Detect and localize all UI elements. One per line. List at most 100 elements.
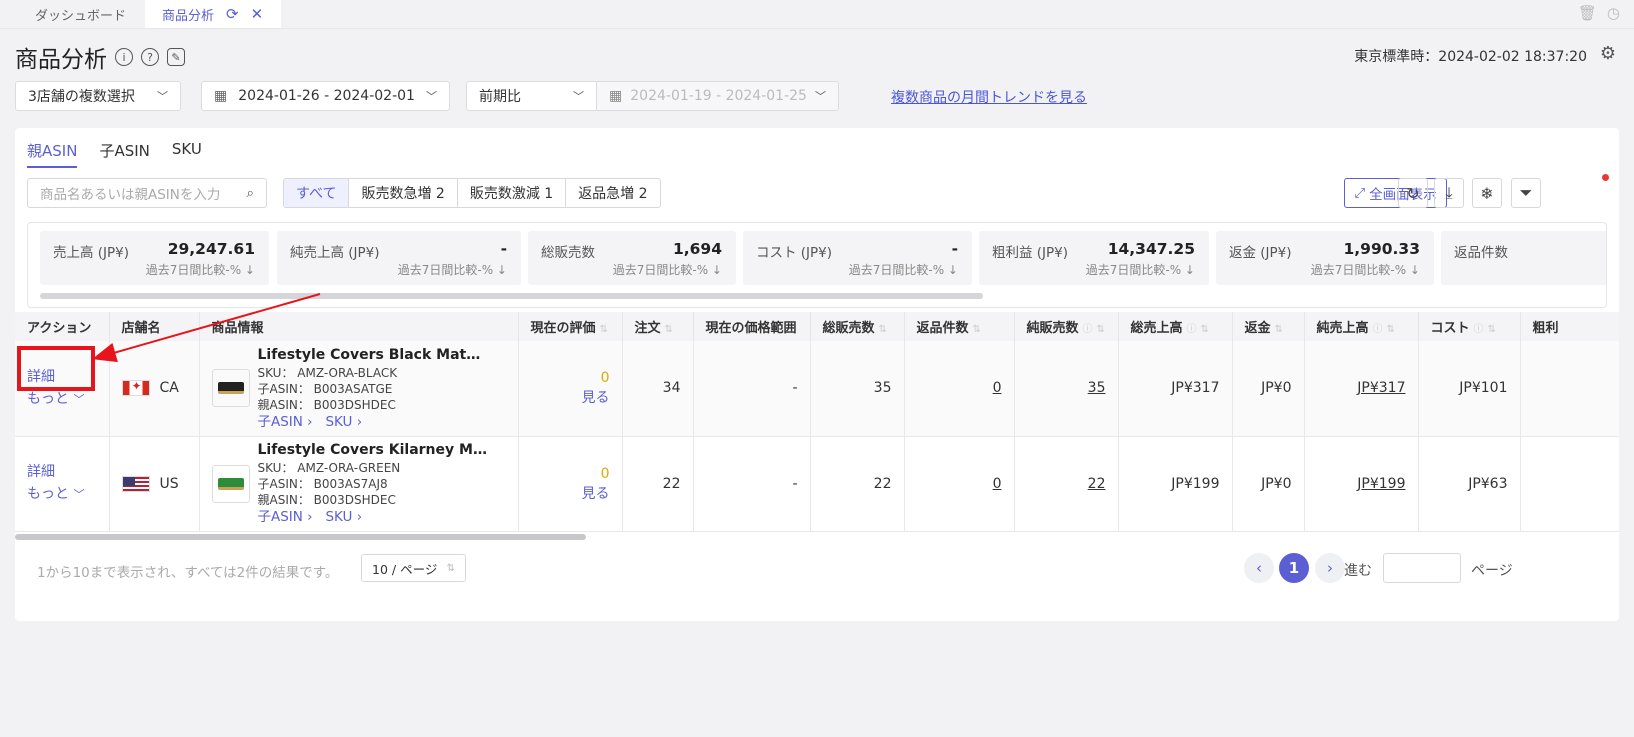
col-gross-sales[interactable]: 総売上高 ⓘ ⇅ [1118,312,1233,341]
result-summary: 1から10まで表示され、すべては2件の結果です。 [37,565,339,581]
net-units-cell: 35 [1014,341,1119,437]
segment-all[interactable]: すべて [284,179,349,207]
settings-button[interactable]: ❄ [1472,178,1502,208]
product-title[interactable]: Lifestyle Covers Kilarney Matching Slipc… [258,442,488,458]
col-gross-profit: 粗利 [1520,312,1619,341]
net-sales-cell: JP¥317 [1304,341,1419,437]
info-icon[interactable]: i [115,48,133,66]
segment-returns-surge[interactable]: 返品急増 2 [565,179,659,207]
page-size-select[interactable]: 10 / ページ ⇅ [361,554,466,582]
gross-profit-cell [1520,341,1619,437]
product-cell: Lifestyle Covers Black Matching Slipcove… [199,341,519,437]
expand-icon: ⤢ [1354,185,1366,201]
tab-child-asin[interactable]: 子ASIN [99,140,149,168]
info-icon: ⓘ [1082,324,1093,335]
monthly-trend-link[interactable]: 複数商品の月間トレンドを見る [891,87,1087,107]
download-button[interactable]: ⤓ [1434,178,1464,208]
col-returns[interactable]: 返品件数 ⇅ [904,312,1015,341]
sku-link[interactable]: SKU › [325,509,362,525]
compare-mode-select[interactable]: 前期比 ﹀ [466,81,597,111]
gear-icon[interactable]: ⚙ [1600,43,1616,64]
tab-product-analysis[interactable]: 商品分析 ⟳ ✕ [145,0,282,28]
page-1-button[interactable]: 1 [1279,553,1309,583]
close-icon[interactable]: ✕ [251,5,264,23]
cost-cell: JP¥101 [1418,341,1521,437]
more-dropdown[interactable]: もっと ﹀ [27,483,97,506]
refresh-button[interactable]: ↻ [1398,178,1428,208]
tab-bar: ダッシュボード 商品分析 ⟳ ✕ [0,0,1634,29]
net-sales-link[interactable]: JP¥199 [1357,476,1405,492]
returns-link[interactable]: 0 [993,476,1002,492]
tab-dashboard[interactable]: ダッシュボード [0,0,145,28]
product-thumbnail[interactable] [211,464,250,503]
metrics-strip: 売上高 (JP¥) 29,247.61 過去7日間比較-% ↓ 純売上高 (JP¥)… [27,222,1607,308]
sort-icon: ⇅ [1200,324,1209,335]
sort-icon: ⇅ [1274,324,1283,335]
metric-gross-profit: 粗利益 (JP¥) 14,347.25 過去7日間比較-% ↓ [979,231,1209,285]
snowflake-icon: ❄ [1480,183,1494,203]
refresh-icon[interactable]: ⟳ [226,5,239,23]
sort-icon: ⇅ [446,562,455,574]
compare-range-picker[interactable]: ▦ 2024-01-19 - 2024-01-25 ﹀ [596,81,839,111]
chevron-down-icon: ﹀ [73,488,85,501]
sku-link[interactable]: SKU › [325,414,362,430]
filter-button[interactable]: ⏷ [1511,178,1541,208]
sort-icon: ⇅ [1386,324,1395,335]
fullscreen-button[interactable]: ⤢ 全画面表示 [1344,178,1447,208]
help-icon[interactable]: ? [141,48,159,66]
chevron-down-icon: ﹀ [573,90,584,103]
col-product: 商品情報 [199,312,519,341]
sort-icon: ⇅ [599,324,608,335]
filter-row: 3店舗の複数選択 ﹀ ▦ 2024-01-26 - 2024-02-01 ﹀ 前期比 ﹀… [0,81,1634,113]
date-range-picker[interactable]: ▦ 2024-01-26 - 2024-02-01 ﹀ [201,81,450,111]
col-total-units[interactable]: 総販売数 ⇅ [810,312,905,341]
canada-flag-icon [121,380,150,397]
table-scrollbar[interactable] [15,534,586,540]
tab-parent-asin[interactable]: 親ASIN [27,140,78,168]
more-dropdown[interactable]: もっと ﹀ [27,388,97,411]
returns-link[interactable]: 0 [993,380,1002,396]
product-title[interactable]: Lifestyle Covers Black Matching Slipcove… [258,347,488,363]
col-rating[interactable]: 現在の評価 ⇅ [518,312,623,341]
net-sales-link[interactable]: JP¥317 [1357,380,1405,396]
gross-sales-cell: JP¥199 [1118,436,1233,532]
edit-icon[interactable]: ✎ [167,48,185,66]
history-icon[interactable]: ◷ [1607,4,1620,22]
col-refund[interactable]: 返金 ⇅ [1232,312,1305,341]
trash-icon[interactable]: 🗑 [1578,4,1597,22]
product-thumbnail[interactable] [211,369,250,408]
info-icon: ⓘ [1372,324,1383,335]
prev-page-button[interactable]: ‹ [1244,553,1274,583]
returns-cell: 0 [904,436,1015,532]
child-asin-link[interactable]: 子ASIN › [258,414,313,430]
view-link[interactable]: 見る [531,388,610,408]
tab-sku[interactable]: SKU [172,140,202,168]
calendar-icon: ▦ [609,88,623,104]
table-row: 詳細 もっと ﹀ US Lifestyle Covers Kilarney Ma… [15,436,1619,532]
search-input[interactable]: 商品名あるいは親ASINを入力 ⌕ [27,178,267,208]
chevron-down-icon: ﹀ [814,90,826,103]
col-net-units[interactable]: 純販売数 ⓘ ⇅ [1014,312,1119,341]
product-cell: Lifestyle Covers Kilarney Matching Slipc… [199,436,519,532]
store-cell: CA [109,341,200,437]
clock: 東京標準時：2024-02-02 18:37:20 [1354,49,1587,65]
col-cost[interactable]: コスト ⓘ ⇅ [1418,312,1521,341]
net-units-link[interactable]: 22 [1088,476,1106,492]
highlight-box [17,346,95,391]
col-net-sales[interactable]: 純売上高 ⓘ ⇅ [1304,312,1419,341]
child-asin-link[interactable]: 子ASIN › [258,509,313,525]
table-row: 詳細 もっと ﹀ CA Lifestyle Covers Black Match… [15,341,1619,437]
view-link[interactable]: 見る [531,484,610,504]
col-orders[interactable]: 注文 ⇅ [622,312,694,341]
metrics-scrollbar[interactable] [40,293,983,299]
segment-sales-surge[interactable]: 販売数急増 2 [348,179,456,207]
col-store: 店舗名 [109,312,200,341]
next-page-button[interactable]: › [1315,553,1345,583]
store-select[interactable]: 3店舗の複数選択 ﹀ [15,81,181,111]
net-units-link[interactable]: 35 [1088,380,1106,396]
segment-sales-drop[interactable]: 販売数激減 1 [456,179,565,207]
chevron-down-icon: ﹀ [73,392,85,406]
goto-page-input[interactable] [1383,553,1461,583]
detail-link[interactable]: 詳細 [27,461,97,483]
metric-refund: 返金 (JP¥) 1,990.33 過去7日間比較-% ↓ [1216,231,1434,285]
